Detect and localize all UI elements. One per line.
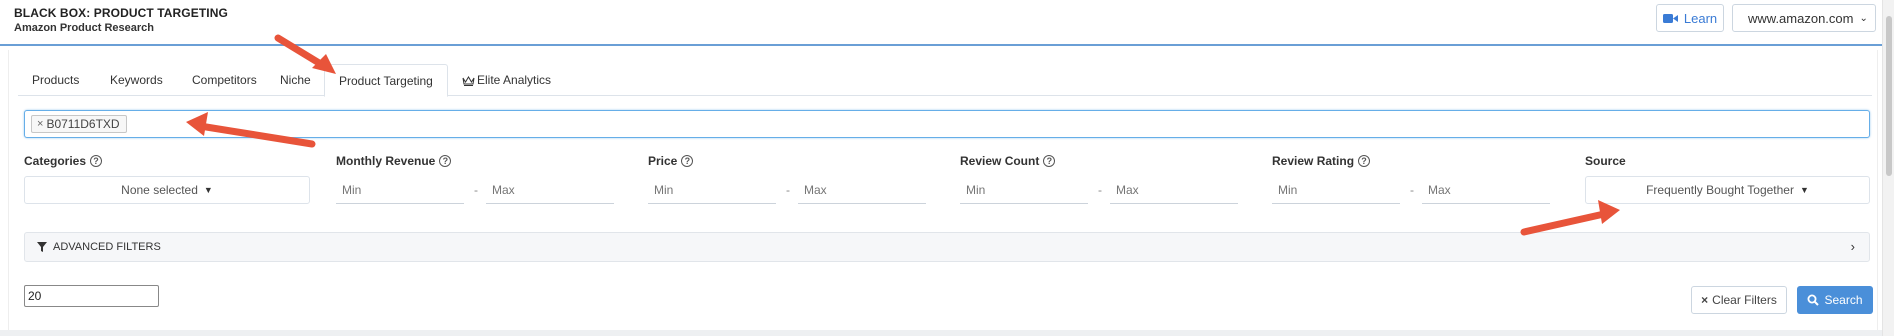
video-camera-icon (1662, 13, 1678, 23)
panel-shadow (0, 330, 1894, 336)
tab-product-targeting[interactable]: Product Targeting (324, 64, 448, 97)
results-limit-input[interactable] (24, 285, 159, 307)
tab-keywords[interactable]: Keywords (96, 64, 177, 96)
help-icon[interactable]: ? (90, 155, 103, 167)
help-icon[interactable]: ? (681, 155, 694, 167)
range-dash: - (1410, 183, 1414, 197)
tab-label: Product Targeting (339, 74, 433, 88)
marketplace-select[interactable]: www.amazon.com ⌄ (1732, 4, 1876, 32)
review-rating-label: Review Rating ? (1272, 154, 1371, 168)
learn-button[interactable]: Learn (1656, 4, 1724, 32)
review-count-max-input[interactable] (1110, 176, 1238, 204)
price-min-input[interactable] (648, 176, 776, 204)
tab-label: Products (32, 73, 80, 87)
close-icon: × (1701, 293, 1709, 307)
price-label-text: Price (648, 154, 678, 168)
review-rating-min-input[interactable] (1272, 176, 1400, 204)
clear-filters-button[interactable]: × Clear Filters (1691, 286, 1787, 314)
search-button[interactable]: Search (1797, 286, 1873, 314)
search-icon (1807, 294, 1820, 306)
tab-bar: Products Keywords Competitors Niche Prod… (18, 64, 1872, 97)
monthly-revenue-label: Monthly Revenue ? (336, 154, 452, 168)
monthly-revenue-min-input[interactable] (336, 176, 464, 204)
filter-icon (37, 242, 47, 252)
review-count-label-text: Review Count (960, 154, 1040, 168)
source-label-text: Source (1585, 154, 1626, 168)
learn-label: Learn (1683, 10, 1718, 26)
scrollbar-thumb[interactable] (1886, 16, 1892, 176)
tab-label: Competitors (192, 73, 257, 87)
advanced-filters-toggle[interactable]: ADVANCED FILTERS › (24, 232, 1870, 262)
tab-competitors[interactable]: Competitors (178, 64, 271, 96)
asin-tag: × B0711D6TXD (31, 115, 127, 133)
tab-elite-analytics[interactable]: Elite Analytics (448, 64, 565, 96)
marketplace-label: www.amazon.com (1748, 10, 1854, 26)
tab-label: Niche (280, 73, 311, 87)
review-rating-label-text: Review Rating (1272, 154, 1355, 168)
page-title: BLACK BOX: PRODUCT TARGETING (14, 6, 228, 20)
categories-value: None selected (121, 183, 198, 197)
price-max-input[interactable] (798, 176, 926, 204)
categories-dropdown[interactable]: None selected ▼ (24, 176, 310, 204)
chevron-down-icon: ⌄ (1859, 12, 1868, 24)
help-icon[interactable]: ? (1043, 155, 1056, 167)
range-dash: - (1098, 183, 1102, 197)
categories-label-text: Categories (24, 154, 87, 168)
page-header: BLACK BOX: PRODUCT TARGETING Amazon Prod… (0, 0, 1894, 46)
monthly-revenue-max-input[interactable] (486, 176, 614, 204)
tab-products[interactable]: Products (18, 64, 93, 96)
help-icon[interactable]: ? (439, 155, 452, 167)
review-rating-max-input[interactable] (1422, 176, 1550, 204)
tab-label: Keywords (110, 73, 163, 87)
tab-niche[interactable]: Niche (266, 64, 325, 96)
tab-label: Elite Analytics (477, 73, 552, 87)
caret-down-icon: ▼ (203, 185, 213, 195)
source-dropdown[interactable]: Frequently Bought Together ▼ (1585, 176, 1870, 204)
search-label: Search (1824, 293, 1863, 307)
range-dash: - (474, 183, 478, 197)
clear-filters-label: Clear Filters (1712, 293, 1777, 307)
categories-label: Categories ? (24, 154, 103, 168)
asin-tag-input[interactable]: × B0711D6TXD (24, 110, 1870, 138)
source-value: Frequently Bought Together (1646, 183, 1794, 197)
source-label: Source (1585, 154, 1626, 168)
advanced-filters-label: ADVANCED FILTERS (53, 241, 161, 253)
review-count-min-input[interactable] (960, 176, 1088, 204)
range-dash: - (786, 183, 790, 197)
chevron-right-icon: › (1850, 239, 1855, 254)
asin-tag-label: B0711D6TXD (46, 117, 120, 131)
page-subtitle: Amazon Product Research (14, 22, 154, 34)
vertical-scrollbar[interactable] (1882, 0, 1894, 336)
review-count-label: Review Count ? (960, 154, 1056, 168)
help-icon[interactable]: ? (1358, 155, 1371, 167)
price-label: Price ? (648, 154, 694, 168)
monthly-revenue-label-text: Monthly Revenue (336, 154, 436, 168)
caret-down-icon: ▼ (1799, 185, 1809, 195)
remove-tag-icon[interactable]: × (37, 116, 43, 132)
crown-icon (462, 76, 475, 87)
